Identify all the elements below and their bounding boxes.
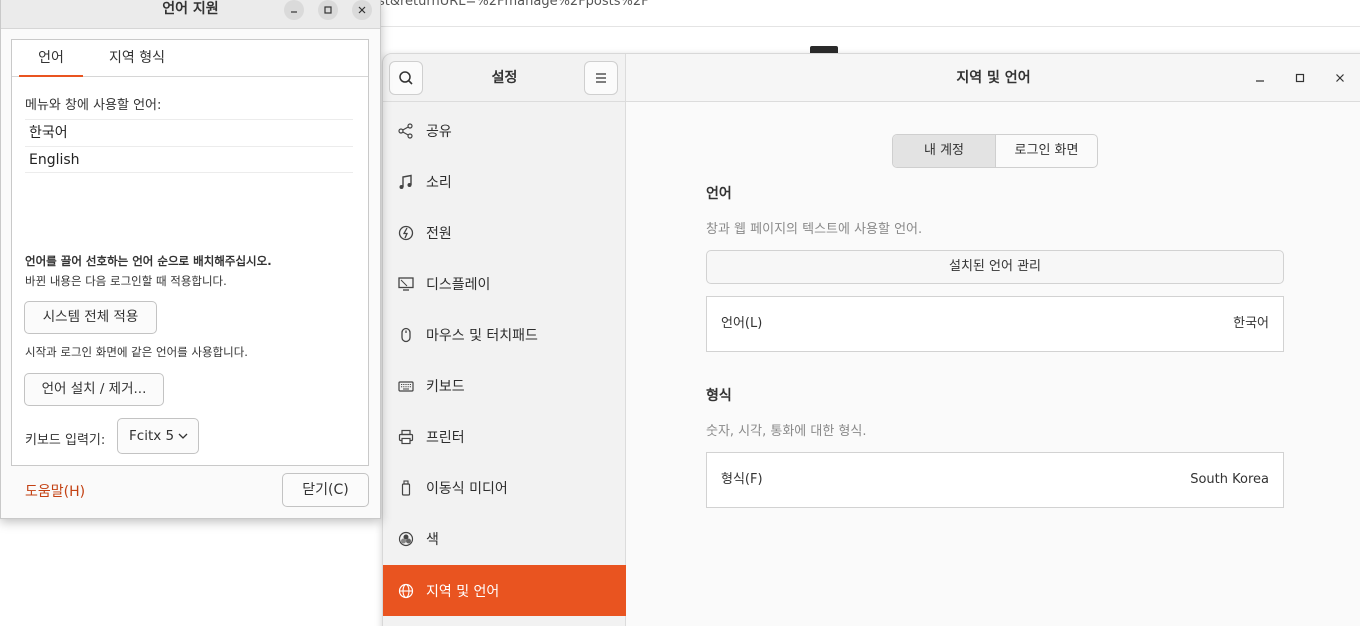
- search-icon: [399, 71, 413, 85]
- help-button[interactable]: 도움말(H): [25, 481, 85, 501]
- keyboard-input-label: 키보드 입력기:: [25, 433, 106, 448]
- sidebar-item-region-language[interactable]: 지역 및 언어: [383, 565, 626, 616]
- manage-installed-languages-button[interactable]: 설치된 언어 관리: [706, 250, 1284, 284]
- format-section-title: 형식: [706, 388, 732, 404]
- format-row-value: South Korea: [1190, 472, 1269, 487]
- language-section-title: 언어: [706, 186, 732, 202]
- settings-sidebar: 설정 공유 소리 전원 디스플레이 마우스 및 터치패드 키보드 프린터 이동식…: [383, 54, 626, 626]
- maximize-icon: [1295, 73, 1305, 83]
- dialog-close-button[interactable]: [352, 0, 372, 20]
- account-segment-control: 내 계정 로그인 화면: [892, 134, 1098, 168]
- language-row-value: 한국어: [1233, 316, 1269, 331]
- sidebar-item-sound[interactable]: 소리: [383, 156, 626, 207]
- music-note-icon: [397, 173, 415, 191]
- next-login-hint: 바뀐 내용은 다음 로그인할 때 적용합니다.: [25, 274, 227, 288]
- sidebar-item-label: 공유: [426, 123, 452, 140]
- same-language-hint: 시작과 로그인 화면에 같은 언어를 사용합니다.: [25, 345, 248, 359]
- sidebar-item-color[interactable]: 색: [383, 513, 626, 564]
- menu-button[interactable]: [584, 61, 618, 95]
- sidebar-item-label: 디스플레이: [426, 276, 491, 293]
- settings-window: 설정 공유 소리 전원 디스플레이 마우스 및 터치패드 키보드 프린터 이동식…: [382, 53, 1360, 626]
- format-row-label: 형식(F): [721, 472, 763, 487]
- close-icon: [1336, 74, 1344, 82]
- minimize-icon: [291, 11, 297, 13]
- language-name: English: [29, 152, 80, 168]
- language-row-label: 언어(L): [721, 316, 763, 331]
- content-header: 지역 및 언어: [626, 54, 1360, 102]
- sidebar-item-keyboard[interactable]: 키보드: [383, 360, 626, 411]
- dialog-maximize-button[interactable]: [318, 0, 338, 20]
- maximize-icon: [324, 6, 332, 14]
- globe-icon: [397, 582, 415, 600]
- tab-language[interactable]: 언어: [19, 40, 83, 77]
- sidebar-item-mouse[interactable]: 마우스 및 터치패드: [383, 309, 626, 360]
- minimize-button[interactable]: [1250, 68, 1270, 88]
- sidebar-item-power[interactable]: 전원: [383, 207, 626, 258]
- language-name: 한국어: [29, 125, 68, 141]
- sidebar-item-sharing[interactable]: 공유: [383, 105, 626, 156]
- printer-icon: [397, 428, 415, 446]
- sidebar-item-label: 지역 및 언어: [426, 583, 500, 600]
- language-row[interactable]: 언어(L) 한국어: [706, 296, 1284, 352]
- sidebar-item-label: 키보드: [426, 378, 465, 395]
- keyboard-icon: [397, 377, 415, 395]
- dialog-minimize-button[interactable]: [284, 0, 304, 20]
- keyboard-input-value: Fcitx 5: [129, 428, 175, 444]
- share-icon: [397, 122, 415, 140]
- list-item[interactable]: English: [25, 146, 353, 173]
- tab-bar: 언어 지역 형식: [12, 40, 368, 77]
- languages-label: 메뉴와 창에 사용할 언어:: [25, 98, 162, 113]
- chevron-down-icon: [178, 433, 188, 439]
- format-row[interactable]: 형식(F) South Korea: [706, 452, 1284, 508]
- format-section-description: 숫자, 시각, 통화에 대한 형식.: [706, 424, 867, 439]
- sidebar-item-label: 마우스 및 터치패드: [426, 327, 538, 344]
- browser-url-text: ost&returnURL=%2Fmanage%2Fposts%2F: [370, 0, 649, 9]
- dialog-titlebar: 언어 지원: [1, 0, 380, 29]
- language-panel: 언어 지역 형식 메뉴와 창에 사용할 언어: 한국어 English 언어를 …: [11, 39, 369, 466]
- usb-media-icon: [397, 479, 415, 497]
- hamburger-icon: [596, 73, 606, 83]
- sidebar-item-label: 전원: [426, 225, 452, 242]
- power-icon: [397, 224, 415, 242]
- display-icon: [397, 275, 415, 293]
- install-remove-languages-button[interactable]: 언어 설치 / 제거...: [24, 373, 164, 406]
- tab-regional-formats[interactable]: 지역 형식: [98, 40, 176, 77]
- minimize-icon: [1256, 80, 1264, 82]
- language-support-dialog: 언어 지원 언어 지역 형식 메뉴와 창에 사용할 언어: 한국어 Englis…: [0, 0, 381, 519]
- tab-login-screen[interactable]: 로그인 화면: [996, 135, 1097, 167]
- sidebar-item-label: 이동식 미디어: [426, 480, 508, 497]
- apply-system-wide-button[interactable]: 시스템 전체 적용: [24, 301, 157, 334]
- sidebar-item-display[interactable]: 디스플레이: [383, 258, 626, 309]
- sidebar-item-label: 색: [426, 531, 439, 548]
- sidebar-item-label: 프린터: [426, 429, 465, 446]
- close-icon: [358, 6, 366, 14]
- color-icon: [397, 530, 415, 548]
- close-button[interactable]: 닫기(C): [282, 473, 369, 507]
- sidebar-item-label: 소리: [426, 174, 452, 191]
- list-item[interactable]: 한국어: [25, 119, 353, 146]
- close-window-button[interactable]: [1330, 68, 1350, 88]
- sidebar-header: 설정: [383, 54, 626, 102]
- sidebar-item-removable-media[interactable]: 이동식 미디어: [383, 462, 626, 513]
- language-section-description: 창과 웹 페이지의 텍스트에 사용할 언어.: [706, 222, 923, 237]
- browser-divider: [380, 26, 1360, 27]
- mouse-icon: [397, 326, 415, 344]
- search-button[interactable]: [389, 61, 423, 95]
- maximize-button[interactable]: [1290, 68, 1310, 88]
- sidebar-item-printers[interactable]: 프린터: [383, 411, 626, 462]
- drag-hint: 언어를 끌어 선호하는 언어 순으로 배치해주십시오.: [25, 254, 272, 268]
- keyboard-input-dropdown[interactable]: Fcitx 5: [117, 418, 199, 454]
- tab-my-account[interactable]: 내 계정: [893, 135, 996, 167]
